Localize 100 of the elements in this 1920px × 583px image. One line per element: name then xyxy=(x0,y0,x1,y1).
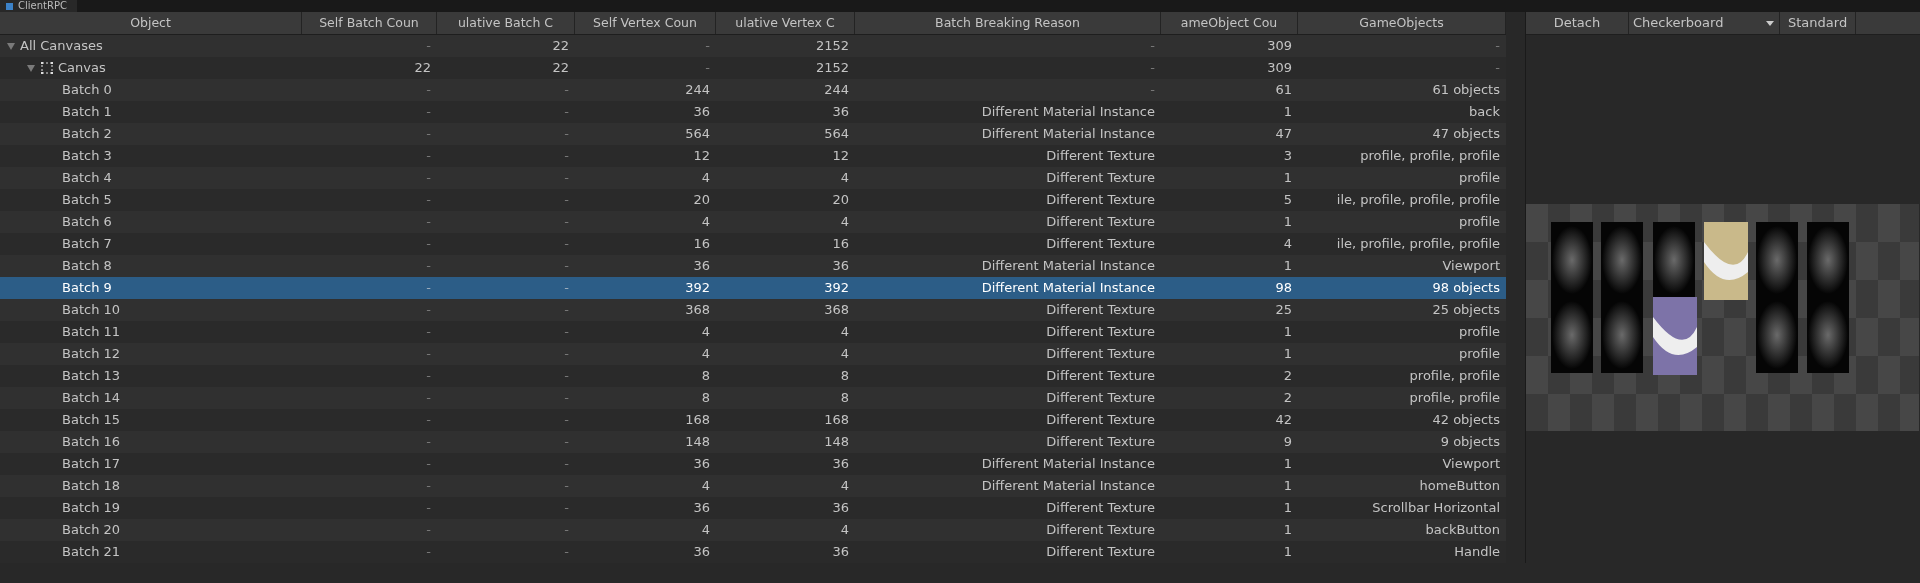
table-cell-text: 309 xyxy=(1266,59,1293,77)
table-cell-text: - xyxy=(425,37,432,55)
table-cell-text: - xyxy=(563,103,570,121)
table-cell-text: - xyxy=(563,257,570,275)
column-header[interactable]: Self Vertex Coun xyxy=(575,12,716,34)
object-name: Batch 11 xyxy=(61,323,121,341)
table-cell-text: - xyxy=(563,191,570,209)
table-row[interactable]: Batch 10 - - 368 368 Different Texture 25 25 objects xyxy=(0,299,1506,321)
table-cell-text: - xyxy=(1494,59,1501,77)
table-cell-text: 1 xyxy=(1282,257,1293,275)
table-cell-text: profile xyxy=(1457,169,1501,187)
object-name: Batch 16 xyxy=(61,433,121,451)
table-cell-text: Different Texture xyxy=(1045,345,1156,363)
table-row[interactable]: All Canvases - 22 - 2152 - 309 - xyxy=(0,35,1506,57)
object-name: Batch 14 xyxy=(61,389,121,407)
table-cell-text: Different Texture xyxy=(1045,191,1156,209)
table-cell-text: Different Material Instance xyxy=(980,125,1156,143)
table-cell-text: Scrollbar Horizontal xyxy=(1371,499,1501,517)
dropdown[interactable]: Checkerboard xyxy=(1629,12,1780,34)
table-cell-text: ile, profile, profile, profile xyxy=(1335,235,1501,253)
table-row[interactable]: Batch 14 - - 8 8 Different Texture 2 profile, profile xyxy=(0,387,1506,409)
table-row[interactable]: Batch 4 - - 4 4 Different Texture 1 profile xyxy=(0,167,1506,189)
column-header[interactable]: Object xyxy=(0,12,302,34)
table-cell-text: 20 xyxy=(692,191,711,209)
window-tab[interactable]: ClientRPC xyxy=(0,0,77,12)
object-name: Batch 8 xyxy=(61,257,112,275)
table-cell-text: Handle xyxy=(1453,543,1501,561)
table-cell-text: 368 xyxy=(823,301,850,319)
table-cell-text: - xyxy=(563,367,570,385)
table-cell-text: 4 xyxy=(700,169,711,187)
table-cell-text: 16 xyxy=(692,235,711,253)
table-cell-text: 61 xyxy=(1274,81,1293,99)
table-cell-text: 4 xyxy=(839,213,850,231)
table-cell-text: Different Material Instance xyxy=(980,455,1156,473)
table-cell-text: 168 xyxy=(823,411,850,429)
table-cell-text: - xyxy=(425,433,432,451)
object-name: Batch 17 xyxy=(61,455,121,473)
table-cell-text: 12 xyxy=(692,147,711,165)
table-cell-text: 61 objects xyxy=(1431,81,1501,99)
table-cell-text: Different Texture xyxy=(1045,367,1156,385)
column-header[interactable]: ulative Vertex C xyxy=(716,12,855,34)
table-cell-text: Different Texture xyxy=(1045,411,1156,429)
table-cell-text: - xyxy=(704,59,711,77)
column-header[interactable]: ulative Batch C xyxy=(437,12,575,34)
table-cell-text: 9 objects xyxy=(1439,433,1501,451)
table-cell-text: - xyxy=(563,323,570,341)
expanded-arrow-icon[interactable] xyxy=(6,41,16,51)
table-cell-text: 564 xyxy=(684,125,711,143)
object-name: Batch 6 xyxy=(61,213,112,231)
table-cell-text: 1 xyxy=(1282,543,1293,561)
table-row[interactable]: Batch 12 - - 4 4 Different Texture 1 profile xyxy=(0,343,1506,365)
object-name: Batch 5 xyxy=(61,191,112,209)
table-cell-text: 244 xyxy=(823,81,850,99)
table-cell-text: 2 xyxy=(1282,389,1293,407)
table-cell-text: Different Texture xyxy=(1045,389,1156,407)
table-row[interactable]: Batch 8 - - 36 36 Different Material Instance 1 Viewport xyxy=(0,255,1506,277)
table-cell-text: - xyxy=(425,411,432,429)
table-cell-text: - xyxy=(704,37,711,55)
table-cell-text: homeButton xyxy=(1418,477,1501,495)
column-header[interactable]: Batch Breaking Reason xyxy=(855,12,1161,34)
column-header[interactable]: ameObject Cou xyxy=(1161,12,1298,34)
table-cell-text: 22 xyxy=(551,37,570,55)
table-cell-text: ile, profile, profile, profile xyxy=(1335,191,1501,209)
window-icon xyxy=(6,2,13,10)
table-cell-text: 4 xyxy=(700,323,711,341)
table-cell-text: - xyxy=(425,235,432,253)
column-header[interactable]: Self Batch Coun xyxy=(302,12,437,34)
table-cell-text: back xyxy=(1468,103,1501,121)
table-row[interactable]: Batch 18 - - 4 4 Different Material Instance 1 homeButton xyxy=(0,475,1506,497)
table-cell-text: 98 objects xyxy=(1431,279,1501,297)
expanded-arrow-icon[interactable] xyxy=(26,63,36,73)
table-row[interactable]: Batch 16 - - 148 148 Different Texture 9 9 objects xyxy=(0,431,1506,453)
table-cell-text: 5 xyxy=(1282,191,1293,209)
object-name: Batch 21 xyxy=(61,543,121,561)
object-name: Batch 13 xyxy=(61,367,121,385)
table-row[interactable]: Batch 0 - - 244 244 - 61 61 objects xyxy=(0,79,1506,101)
toolbar-button[interactable]: Standard xyxy=(1780,12,1857,34)
table-cell-text: 8 xyxy=(700,367,711,385)
table-cell-text: 22 xyxy=(413,59,432,77)
table-cell-text: 36 xyxy=(831,257,850,275)
table-cell-text: - xyxy=(425,213,432,231)
table-cell-text: Different Texture xyxy=(1045,169,1156,187)
toolbar-button[interactable]: Detach xyxy=(1526,12,1629,34)
table-cell-text: profile, profile xyxy=(1408,389,1501,407)
table-cell-text: - xyxy=(563,81,570,99)
table-cell-text: - xyxy=(563,345,570,363)
table-cell-text: 36 xyxy=(692,499,711,517)
table-cell-text: 148 xyxy=(684,433,711,451)
table-cell-text: 36 xyxy=(831,543,850,561)
table-row[interactable]: Batch 2 - - 564 564 Different Material Instance 47 47 objects xyxy=(0,123,1506,145)
table-row[interactable]: Batch 20 - - 4 4 Different Texture 1 backButton xyxy=(0,519,1506,541)
table-cell-text: - xyxy=(563,521,570,539)
table-row[interactable]: Batch 9 - - 392 392 Different Material Instance 98 98 objects xyxy=(0,277,1506,299)
table-cell-text: - xyxy=(425,477,432,495)
table-cell-text: - xyxy=(563,389,570,407)
table-cell-text: 22 xyxy=(551,59,570,77)
table-cell-text: Different Material Instance xyxy=(980,257,1156,275)
rect-transform-icon xyxy=(40,61,54,75)
table-row[interactable]: Batch 6 - - 4 4 Different Texture 1 profile xyxy=(0,211,1506,233)
table-cell-text: - xyxy=(563,499,570,517)
